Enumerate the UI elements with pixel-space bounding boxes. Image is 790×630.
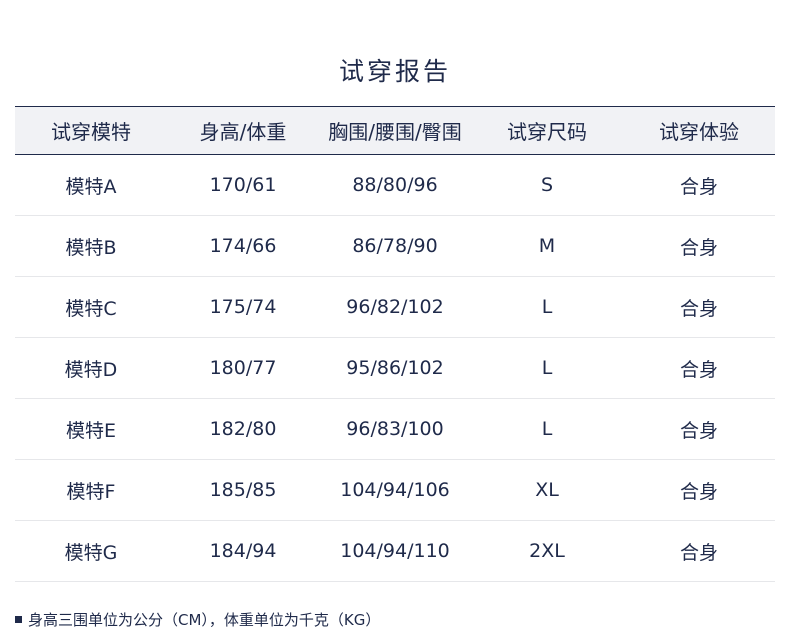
table-row: 模特G 184/94 104/94/110 2XL 合身 <box>15 521 775 582</box>
cell-height-weight: 182/80 <box>209 418 277 440</box>
table-row: 模特B 174/66 86/78/90 M 合身 <box>15 216 775 277</box>
cell-height-weight: 175/74 <box>209 296 277 318</box>
cell-height-weight: 174/66 <box>209 235 277 257</box>
cell-model: 模特C <box>65 297 117 320</box>
cell-height-weight: 185/85 <box>209 479 277 501</box>
table-header: 试穿模特 身高/体重 胸围/腰围/臀围 试穿尺码 试穿体验 <box>15 106 775 155</box>
cell-model: 模特D <box>64 358 118 381</box>
table-row: 模特F 185/85 104/94/106 XL 合身 <box>15 460 775 521</box>
unit-note-text: 身高三围单位为公分（CM），体重单位为千克（KG） <box>28 611 381 629</box>
square-bullet-icon <box>15 616 22 623</box>
header-size: 试穿尺码 <box>507 120 587 144</box>
cell-experience: 合身 <box>679 297 718 320</box>
cell-experience: 合身 <box>679 175 718 198</box>
cell-size: L <box>541 296 553 318</box>
table-row: 模特D 180/77 95/86/102 L 合身 <box>15 338 775 399</box>
cell-size: M <box>538 235 556 257</box>
cell-measurements: 88/80/96 <box>352 174 438 196</box>
cell-experience: 合身 <box>679 419 718 442</box>
header-model: 试穿模特 <box>51 120 131 144</box>
cell-measurements: 104/94/106 <box>340 479 450 501</box>
cell-model: 模特B <box>65 236 117 259</box>
cell-measurements: 95/86/102 <box>346 357 444 379</box>
cell-height-weight: 170/61 <box>209 174 277 196</box>
unit-note: 身高三围单位为公分（CM），体重单位为千克（KG） <box>15 609 380 630</box>
fit-report-table: 试穿模特 身高/体重 胸围/腰围/臀围 试穿尺码 试穿体验 模特A 170/61… <box>15 106 775 582</box>
table-row: 模特A 170/61 88/80/96 S 合身 <box>15 155 775 216</box>
cell-experience: 合身 <box>679 480 718 503</box>
cell-size: S <box>540 174 554 196</box>
header-experience: 试穿体验 <box>659 120 739 144</box>
header-measurements: 胸围/腰围/臀围 <box>328 120 462 144</box>
cell-model: 模特F <box>66 480 116 503</box>
cell-model: 模特A <box>65 175 117 198</box>
cell-experience: 合身 <box>679 236 718 259</box>
cell-height-weight: 184/94 <box>209 540 277 562</box>
header-height-weight: 身高/体重 <box>199 120 287 144</box>
cell-model: 模特G <box>64 541 118 564</box>
report-title: 试穿报告 <box>338 57 451 86</box>
cell-size: L <box>541 357 553 379</box>
cell-measurements: 104/94/110 <box>340 540 450 562</box>
cell-measurements: 96/82/102 <box>346 296 444 318</box>
cell-experience: 合身 <box>679 541 718 564</box>
cell-experience: 合身 <box>679 358 718 381</box>
table-row: 模特C 175/74 96/82/102 L 合身 <box>15 277 775 338</box>
cell-model: 模特E <box>65 419 116 442</box>
cell-size: 2XL <box>529 540 565 562</box>
table-row: 模特E 182/80 96/83/100 L 合身 <box>15 399 775 460</box>
cell-measurements: 96/83/100 <box>346 418 444 440</box>
cell-size: L <box>541 418 553 440</box>
cell-height-weight: 180/77 <box>209 357 277 379</box>
cell-measurements: 86/78/90 <box>352 235 438 257</box>
cell-size: XL <box>535 479 559 501</box>
